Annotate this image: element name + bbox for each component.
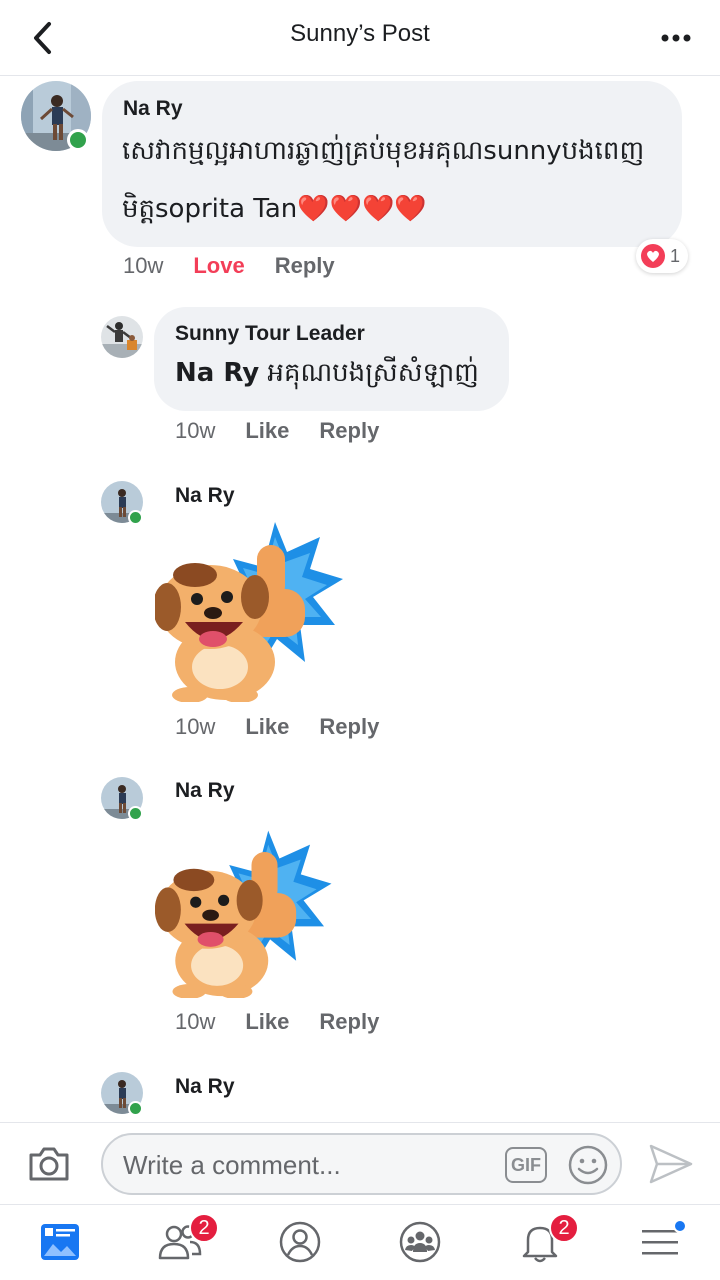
friends-badge: 2 bbox=[189, 1213, 219, 1243]
comment-meta: 10w Like Reply bbox=[175, 714, 379, 740]
dog-thumbs-up-icon bbox=[154, 830, 332, 999]
comment-meta: 10w Like Reply bbox=[175, 1009, 379, 1035]
camera-button[interactable] bbox=[24, 1141, 74, 1187]
nav-menu[interactable] bbox=[635, 1217, 687, 1267]
comment-text-mention: មិត្តsoprita Tan bbox=[122, 194, 298, 224]
bottom-navigation: 2 2 bbox=[0, 1204, 720, 1280]
online-indicator bbox=[128, 510, 143, 525]
comment-author[interactable]: Sunny Tour Leader bbox=[175, 322, 365, 346]
nav-groups[interactable] bbox=[395, 1217, 445, 1267]
emoji-icon[interactable] bbox=[567, 1144, 609, 1186]
gif-button[interactable]: GIF bbox=[505, 1147, 547, 1183]
comment-text-line-1: សេវាកម្មល្អអាហារឆ្ងាញ់គ្រប់មុខអគុណsunnyប… bbox=[122, 136, 645, 166]
avatar-na-ry[interactable] bbox=[101, 777, 143, 821]
dog-thumbs-up-sticker[interactable] bbox=[154, 826, 335, 999]
heart-emojis: ❤️❤️❤️❤️ bbox=[297, 194, 427, 224]
reply-button[interactable]: Reply bbox=[319, 418, 379, 444]
profile-photo bbox=[101, 316, 143, 358]
nav-notifications[interactable]: 2 bbox=[515, 1213, 579, 1267]
comment-body: អគុណបងស្រីសំឡាញ់ bbox=[259, 358, 479, 388]
more-dots-icon bbox=[661, 34, 691, 42]
love-button[interactable]: Love bbox=[193, 253, 244, 279]
reply-button[interactable]: Reply bbox=[319, 714, 379, 740]
dog-thumbs-up-icon bbox=[153, 522, 343, 703]
camera-icon bbox=[29, 1147, 69, 1181]
like-button[interactable]: Like bbox=[245, 714, 289, 740]
news-feed-icon bbox=[41, 1224, 79, 1260]
reply-button[interactable]: Reply bbox=[275, 253, 335, 279]
comment-composer: Write a comment... GIF bbox=[0, 1122, 720, 1204]
online-indicator bbox=[128, 1101, 143, 1116]
comment-author[interactable]: Na Ry bbox=[175, 484, 235, 508]
comment-bubble[interactable]: Sunny Tour Leader Na Ry អគុណបងស្រីសំឡាញ់ bbox=[154, 307, 509, 411]
nav-news-feed[interactable] bbox=[35, 1217, 85, 1267]
like-button[interactable]: Like bbox=[245, 418, 289, 444]
page-title: Sunny’s Post bbox=[290, 20, 430, 47]
comment-author[interactable]: Na Ry bbox=[175, 1075, 235, 1099]
comment-text-line-2: មិត្តsoprita Tan❤️❤️❤️❤️ bbox=[122, 183, 427, 235]
avatar-na-ry[interactable] bbox=[101, 481, 143, 525]
comment-timestamp: 10w bbox=[175, 714, 216, 739]
menu-update-dot bbox=[673, 1219, 687, 1233]
header-bar: Sunny’s Post bbox=[0, 0, 720, 76]
reply-button[interactable]: Reply bbox=[319, 1009, 379, 1035]
notifications-badge: 2 bbox=[549, 1213, 579, 1243]
comment-text: Na Ry អគុណបងស្រីសំឡាញ់ bbox=[175, 347, 479, 399]
comment-author[interactable]: Na Ry bbox=[123, 97, 183, 121]
online-indicator bbox=[67, 129, 89, 151]
dog-thumbs-up-sticker[interactable] bbox=[153, 517, 345, 703]
comment-input[interactable]: Write a comment... GIF bbox=[101, 1133, 622, 1195]
more-options-button[interactable] bbox=[654, 18, 698, 58]
mention-tag[interactable]: Na Ry bbox=[175, 358, 259, 388]
comment-input-placeholder: Write a comment... bbox=[123, 1150, 341, 1180]
comment-meta: 10w Like Reply bbox=[175, 418, 379, 444]
comment-meta: 10w Love Reply bbox=[123, 253, 335, 279]
reaction-count-pill[interactable]: 1 bbox=[636, 239, 689, 273]
like-button[interactable]: Like bbox=[245, 1009, 289, 1035]
avatar-sunny-tour-leader[interactable] bbox=[101, 316, 143, 358]
nav-profile[interactable] bbox=[275, 1217, 325, 1267]
profile-icon bbox=[279, 1221, 321, 1263]
nav-friends[interactable]: 2 bbox=[155, 1213, 219, 1267]
comment-author[interactable]: Na Ry bbox=[175, 779, 235, 803]
reaction-count: 1 bbox=[670, 245, 681, 266]
comment-timestamp: 10w bbox=[123, 253, 164, 278]
love-reaction-icon bbox=[641, 244, 665, 268]
comment-timestamp: 10w bbox=[175, 1009, 216, 1034]
avatar-na-ry[interactable] bbox=[101, 1072, 143, 1116]
comment-timestamp: 10w bbox=[175, 418, 216, 443]
comment-bubble[interactable]: Na Ry សេវាកម្មល្អអាហារឆ្ងាញ់គ្រប់មុខអគុណ… bbox=[102, 81, 682, 247]
send-icon[interactable] bbox=[648, 1143, 694, 1185]
groups-icon bbox=[399, 1221, 441, 1263]
avatar-na-ry[interactable] bbox=[21, 81, 91, 151]
online-indicator bbox=[128, 806, 143, 821]
